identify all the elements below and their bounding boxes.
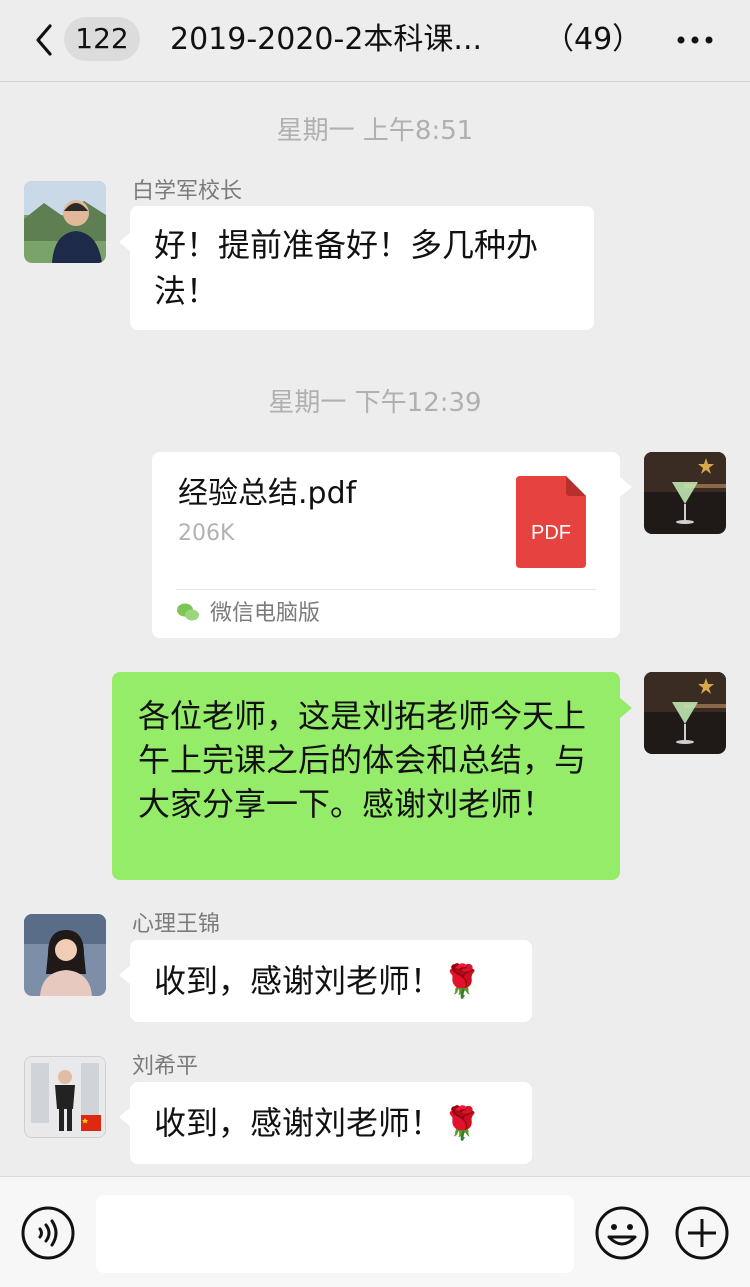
bubble-tail xyxy=(620,698,632,718)
message-text: 收到，感谢刘老师！🌹 xyxy=(154,1104,482,1142)
emoji-icon[interactable] xyxy=(594,1205,650,1261)
svg-text:PDF: PDF xyxy=(531,522,571,544)
message-bubble[interactable]: 收到，感谢刘老师！🌹 xyxy=(130,1082,532,1164)
more-icon[interactable] xyxy=(674,22,716,58)
voice-icon[interactable] xyxy=(20,1205,76,1261)
message-text: 各位老师，这是刘拓老师今天上午上完课之后的体会和总结，与大家分享一下。感谢刘老师… xyxy=(138,697,587,823)
input-bar xyxy=(0,1176,750,1287)
sender-name: 白学军校长 xyxy=(132,179,243,204)
self-avatar[interactable] xyxy=(644,452,726,534)
member-count: （49） xyxy=(544,22,643,57)
timestamp: 星期一 下午12:39 xyxy=(268,388,482,418)
avatar[interactable] xyxy=(24,1056,106,1138)
avatar[interactable] xyxy=(24,181,106,263)
avatar[interactable] xyxy=(24,914,106,996)
message-bubble[interactable]: 各位老师，这是刘拓老师今天上午上完课之后的体会和总结，与大家分享一下。感谢刘老师… xyxy=(112,672,620,880)
sender-name: 心理王锦 xyxy=(132,912,221,937)
message-input[interactable] xyxy=(96,1195,574,1273)
file-size: 206K xyxy=(178,521,235,546)
divider xyxy=(176,589,596,590)
back-arrow-icon[interactable] xyxy=(26,20,66,60)
file-name: 经验总结.pdf xyxy=(178,476,357,511)
chat-title: 2019-2020-2本科课... xyxy=(170,22,483,57)
file-source: 微信电脑版 xyxy=(210,601,321,626)
message-text: 好！提前准备好！多几种办法！ xyxy=(154,226,539,310)
chat-header: 122 2019-2020-2本科课... （49） xyxy=(0,0,750,82)
plus-icon[interactable] xyxy=(674,1205,730,1261)
wechat-pc-icon xyxy=(177,603,199,621)
bubble-tail xyxy=(620,477,632,497)
message-bubble[interactable]: 好！提前准备好！多几种办法！ xyxy=(130,206,594,330)
timestamp: 星期一 上午8:51 xyxy=(276,116,474,146)
pdf-file-icon: PDF xyxy=(516,476,586,568)
sender-name: 刘希平 xyxy=(132,1054,199,1079)
file-message-card[interactable]: 经验总结.pdf 206K PDF 微信电脑版 xyxy=(152,452,620,638)
unread-count-badge[interactable]: 122 xyxy=(64,17,140,61)
message-bubble[interactable]: 收到，感谢刘老师！🌹 xyxy=(130,940,532,1022)
message-text: 收到，感谢刘老师！🌹 xyxy=(154,962,482,1000)
self-avatar[interactable] xyxy=(644,672,726,754)
